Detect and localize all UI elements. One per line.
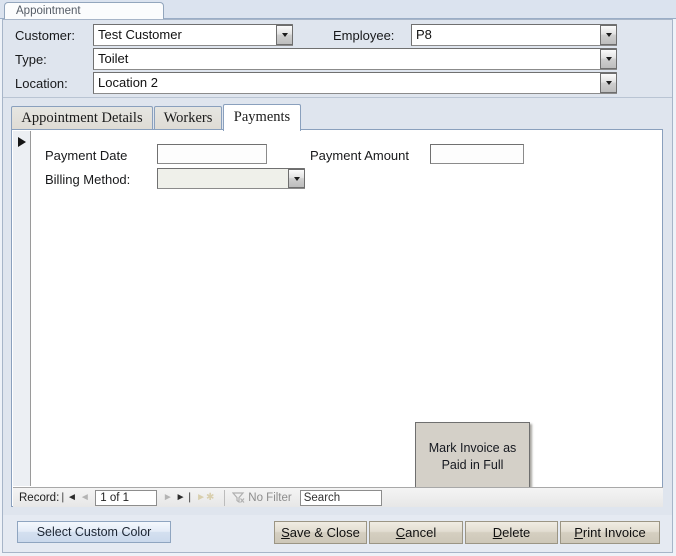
billing-method-combobox[interactable]	[157, 168, 305, 189]
delete-accel-key: D	[492, 525, 503, 540]
customer-combobox[interactable]: Test Customer	[93, 24, 293, 46]
next-record-button[interactable]: ►	[160, 489, 175, 506]
last-record-button[interactable]: ►❘	[176, 489, 194, 506]
customer-label: Customer:	[15, 28, 75, 43]
save-label-rest: ave & Close	[289, 525, 360, 540]
employee-dropdown-arrow-icon[interactable]	[600, 25, 617, 45]
select-custom-color-button[interactable]: Select Custom Color	[17, 521, 171, 543]
tab-appointment-details[interactable]: Appointment Details	[11, 106, 153, 130]
record-position-input[interactable]: 1 of 1	[95, 489, 158, 506]
first-record-button[interactable]: ❘◄	[59, 489, 77, 506]
employee-combobox[interactable]: P8	[411, 24, 617, 46]
save-accel-key: S	[281, 525, 290, 540]
record-navigation-bar: Record: ❘◄ ◄ 1 of 1 ► ►❘ ►✱ No Filter Se…	[13, 487, 663, 507]
print-invoice-button[interactable]: Print Invoice	[560, 521, 660, 544]
nav-separator	[224, 489, 226, 506]
document-tab-strip: Appointment	[0, 0, 676, 20]
type-dropdown-arrow-icon[interactable]	[600, 49, 617, 69]
employee-label: Employee:	[333, 28, 395, 43]
cancel-button[interactable]: Cancel	[369, 521, 463, 544]
record-selector-arrow-icon	[18, 137, 26, 147]
cancel-accel-key: C	[395, 525, 406, 540]
tab-control: Appointment Details Workers Payments Pay…	[11, 104, 663, 507]
print-label-rest: rint Invoice	[582, 525, 646, 540]
mark-paid-line-1: Mark Invoice as	[428, 440, 517, 455]
payments-tab-page: Payment Date Payment Amount Billing Meth…	[11, 129, 663, 507]
previous-record-button[interactable]: ◄	[77, 489, 92, 506]
search-input[interactable]: Search	[299, 489, 382, 506]
mark-invoice-paid-button[interactable]: Mark Invoice as Paid in Full	[415, 422, 530, 491]
tab-workers[interactable]: Workers	[154, 106, 222, 130]
document-tab-appointment[interactable]: Appointment	[4, 2, 164, 20]
filter-status[interactable]: No Filter	[232, 491, 292, 504]
filter-icon	[232, 491, 245, 503]
payment-amount-label: Payment Amount	[310, 148, 409, 163]
location-dropdown-arrow-icon[interactable]	[600, 73, 617, 93]
payment-amount-input[interactable]	[430, 144, 524, 164]
customer-dropdown-arrow-icon[interactable]	[276, 25, 293, 45]
new-record-button[interactable]: ►✱	[194, 489, 216, 506]
form-footer: Select Custom Color Save & Close Cancel …	[3, 515, 672, 552]
tab-strip: Appointment Details Workers Payments	[11, 104, 663, 131]
location-label: Location:	[15, 76, 68, 91]
form-header-section: Customer: Test Customer Employee: P8 Typ…	[3, 20, 672, 98]
mark-paid-line-2: Paid in Full	[441, 457, 504, 472]
payment-date-input[interactable]	[157, 144, 267, 164]
payment-date-label: Payment Date	[45, 148, 128, 163]
delete-button[interactable]: Delete	[465, 521, 558, 544]
tab-payments[interactable]: Payments	[223, 104, 301, 131]
record-nav-label: Record:	[19, 491, 60, 504]
appointment-form: Customer: Test Customer Employee: P8 Typ…	[2, 19, 673, 553]
print-accel-key: P	[574, 525, 583, 540]
delete-label-rest: elete	[502, 525, 531, 540]
filter-status-label: No Filter	[248, 491, 292, 504]
location-combobox[interactable]: Location 2	[93, 72, 617, 94]
record-selector[interactable]	[13, 131, 31, 486]
appointment-window: Appointment Customer: Test Customer Empl…	[0, 0, 676, 556]
cancel-label-rest: ancel	[405, 525, 437, 540]
billing-method-dropdown-arrow-icon[interactable]	[288, 169, 305, 188]
billing-method-label: Billing Method:	[45, 172, 131, 187]
type-label: Type:	[15, 52, 47, 67]
type-combobox[interactable]: Toilet	[93, 48, 617, 70]
save-and-close-button[interactable]: Save & Close	[274, 521, 367, 544]
